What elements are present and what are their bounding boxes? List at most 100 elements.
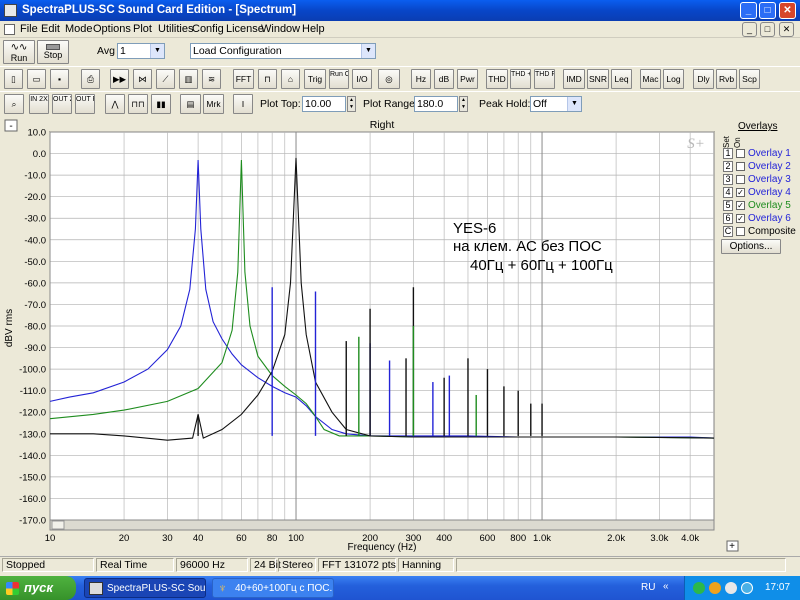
menu-config[interactable]: Config — [192, 23, 224, 35]
window-fn-icon[interactable]: ⊓ — [258, 69, 277, 89]
overlay-row-6[interactable]: 6 ✓ Overlay 6 — [723, 213, 800, 225]
overlay-checkbox-4[interactable]: ✓ — [736, 188, 745, 197]
overlay-set-4[interactable]: 4 — [723, 187, 733, 198]
mdi-restore-button[interactable]: □ — [760, 22, 775, 37]
task-spectraplus[interactable]: SpectraPLUS-SC Sou... — [84, 578, 206, 598]
zoom-in-2x-button[interactable]: IN 2X — [29, 94, 49, 114]
zoom-out-full-button[interactable]: OUT FULL — [75, 94, 95, 114]
mdi-minimize-button[interactable]: _ — [742, 22, 757, 37]
overlay-set-2[interactable]: 2 — [723, 161, 733, 172]
chevron-down-icon[interactable]: ▼ — [567, 97, 581, 111]
security-icon[interactable] — [709, 582, 721, 594]
leq-button[interactable]: Leq — [611, 69, 632, 89]
scp-button[interactable]: Scp — [739, 69, 760, 89]
fft-button[interactable]: FFT — [233, 69, 254, 89]
slope-icon[interactable]: ⟋ — [156, 69, 175, 89]
mdi-close-button[interactable]: ✕ — [779, 22, 794, 37]
menu-help[interactable]: Help — [302, 23, 325, 35]
hz-button[interactable]: Hz — [411, 69, 431, 89]
dly-button[interactable]: Dly — [693, 69, 714, 89]
db-button[interactable]: dB — [434, 69, 454, 89]
trig-button[interactable]: Trig — [304, 69, 326, 89]
overlay-checkbox-5[interactable]: ✓ — [736, 201, 745, 210]
display-icon[interactable]: ▤ — [180, 94, 201, 114]
thd-n-button[interactable]: THD +N — [510, 69, 531, 89]
chevron-down-icon[interactable]: ▼ — [150, 44, 164, 58]
bargraph-icon[interactable]: ▮▮ — [151, 94, 171, 114]
pwr-button[interactable]: Pwr — [457, 69, 478, 89]
menu-edit[interactable]: Edit — [41, 23, 60, 35]
plot-top-input[interactable]: 10.00 — [302, 96, 346, 112]
start-button[interactable]: пуск — [0, 576, 76, 600]
snr-button[interactable]: SNR — [587, 69, 609, 89]
config-select[interactable]: Load Configuration ▼ — [190, 43, 376, 59]
menu-mode[interactable]: Mode — [65, 23, 93, 35]
rvb-button[interactable]: Rvb — [716, 69, 737, 89]
menu-license[interactable]: License — [226, 23, 264, 35]
overlay-set-6[interactable]: 6 — [723, 213, 733, 224]
overlay-checkbox-6[interactable]: ✓ — [736, 214, 745, 223]
overlay-row-1[interactable]: 1 Overlay 1 — [723, 148, 800, 160]
imd-button[interactable]: IMD — [563, 69, 585, 89]
overlay-set-5[interactable]: 5 — [723, 200, 733, 211]
overlay-options-button[interactable]: Options... — [721, 239, 781, 254]
overlay-row-3[interactable]: 3 Overlay 3 — [723, 174, 800, 186]
mrk-button[interactable]: Mrk — [203, 94, 224, 114]
overlay-checkbox-2[interactable] — [736, 162, 745, 171]
stop-button[interactable]: Stop — [37, 40, 69, 64]
task-image-viewer[interactable]: ♆ 40+60+100Гц с ПОС... — [212, 578, 334, 598]
overlay-set-3[interactable]: 3 — [723, 174, 733, 185]
peak-hold-select[interactable]: Off ▼ — [530, 96, 582, 112]
plot-range-input[interactable]: 180.0 — [414, 96, 458, 112]
minimize-button[interactable]: _ — [740, 2, 757, 19]
scrollbar-thumb[interactable] — [51, 520, 65, 530]
generator-icon[interactable]: ◎ — [378, 69, 400, 89]
update-icon[interactable] — [741, 582, 753, 594]
close-button[interactable]: ✕ — [779, 2, 796, 19]
speaker-icon[interactable] — [725, 582, 737, 594]
save-icon[interactable]: ▪ — [50, 69, 69, 89]
overlay-row-composite[interactable]: C Composite — [723, 226, 800, 238]
menu-file[interactable]: File — [20, 23, 38, 35]
overlay-set-1[interactable]: 1 — [723, 148, 733, 159]
weighting-icon[interactable]: ⌂ — [281, 69, 300, 89]
menu-window[interactable]: Window — [261, 23, 300, 35]
avg-select[interactable]: 1 ▼ — [117, 43, 165, 59]
magnifier-icon[interactable]: ⌕ — [4, 94, 24, 114]
run-ctrl-button[interactable]: Run Ctrl — [329, 69, 349, 89]
thd-freq-button[interactable]: THD Freq — [534, 69, 555, 89]
overlay-row-2[interactable]: 2 Overlay 2 — [723, 161, 800, 173]
restore-button[interactable]: □ — [759, 2, 776, 19]
peak-icon[interactable]: ⋀ — [105, 94, 125, 114]
language-indicator[interactable]: RU — [641, 582, 655, 593]
waterfall-icon[interactable]: ≋ — [202, 69, 221, 89]
overlay-checkbox-1[interactable] — [736, 149, 745, 158]
thd-button[interactable]: THD — [486, 69, 508, 89]
mac-button[interactable]: Mac — [640, 69, 661, 89]
horizontal-scrollbar[interactable] — [49, 519, 715, 531]
menu-utilities[interactable]: Utilities — [158, 23, 193, 35]
play-icon[interactable]: ▶▶ — [110, 69, 129, 89]
overlay-row-4[interactable]: 4 ✓ Overlay 4 — [723, 187, 800, 199]
tray-expand-icon[interactable]: « — [663, 581, 669, 592]
menu-plot[interactable]: Plot — [133, 23, 152, 35]
network-icon[interactable] — [693, 582, 705, 594]
plot-top-spinner[interactable]: ▲ ▼ — [347, 96, 356, 112]
log-button[interactable]: Log — [663, 69, 684, 89]
cursor-icon[interactable]: Ⅰ — [233, 94, 253, 114]
bars-icon[interactable]: ▥ — [179, 69, 198, 89]
filter-icon[interactable]: ⋈ — [133, 69, 152, 89]
zoom-out-2x-button[interactable]: OUT 2X — [52, 94, 72, 114]
overlay-set-composite[interactable]: C — [723, 226, 733, 237]
run-button[interactable]: ∿∿ Run — [3, 40, 35, 64]
menu-options[interactable]: Options — [93, 23, 131, 35]
print-icon[interactable]: ⎙ — [81, 69, 100, 89]
new-file-icon[interactable]: ▯ — [4, 69, 23, 89]
spectrum-chart[interactable]: - Right 10.0 0.0 -10.0 -20.0 -30.0 -40.0 -50.0… — [0, 118, 742, 553]
overlay-checkbox-composite[interactable] — [736, 227, 745, 236]
overlay-row-5[interactable]: 5 ✓ Overlay 5 — [723, 200, 800, 212]
octave-icon[interactable]: ⊓⊓ — [128, 94, 148, 114]
open-folder-icon[interactable]: ▭ — [27, 69, 46, 89]
plot-range-spinner[interactable]: ▲ ▼ — [459, 96, 468, 112]
overlay-checkbox-3[interactable] — [736, 175, 745, 184]
